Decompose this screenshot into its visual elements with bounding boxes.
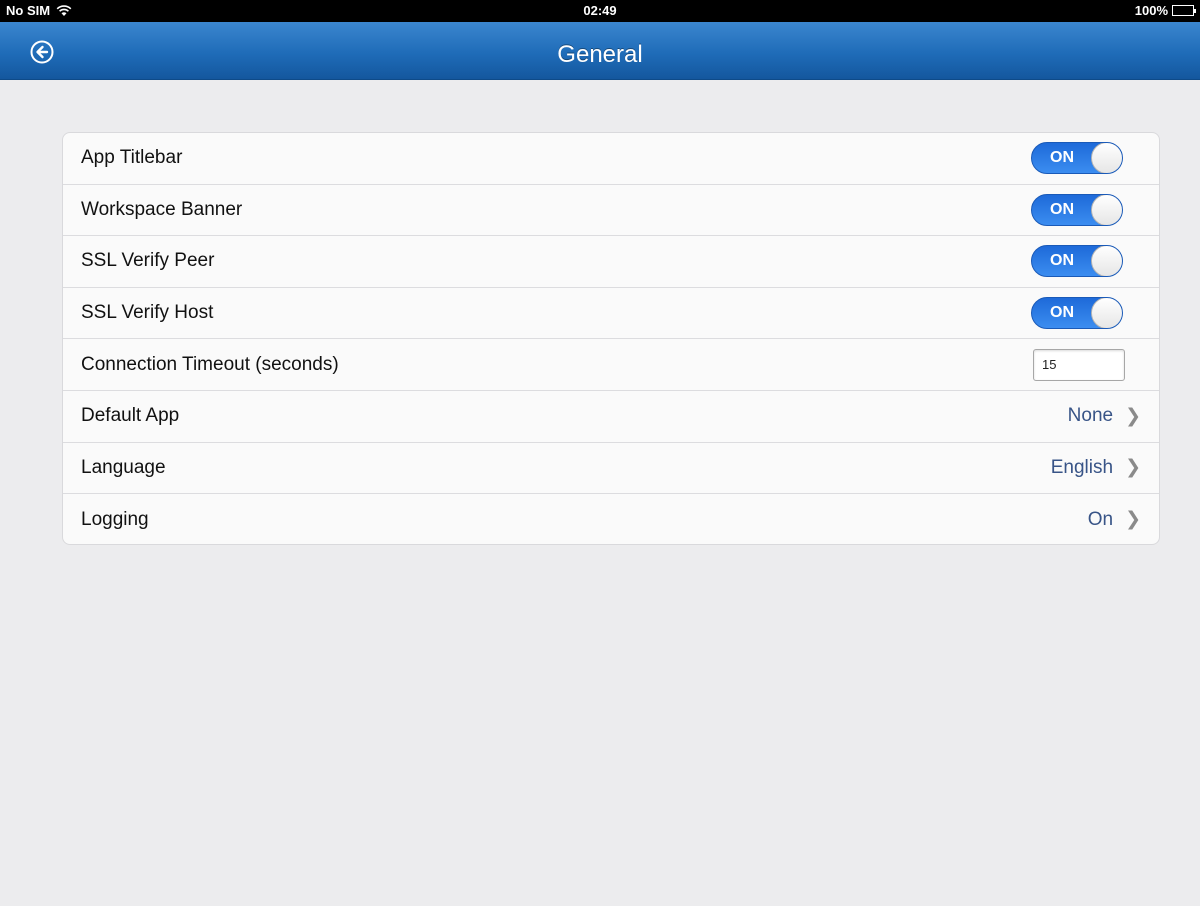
page-title: General xyxy=(557,41,643,68)
status-right: 100% xyxy=(1134,3,1196,18)
chevron-right-icon: ❯ xyxy=(1125,509,1141,531)
toggle-state: ON xyxy=(1050,200,1074,218)
workspace-banner-toggle[interactable]: ON xyxy=(1031,193,1123,226)
toggle-knob xyxy=(1091,194,1122,225)
setting-label: Language xyxy=(81,456,166,478)
language-value: English xyxy=(1050,456,1114,478)
battery-percent: 100% xyxy=(1134,3,1168,18)
toggle-knob xyxy=(1091,298,1122,329)
toggle-state: ON xyxy=(1050,252,1074,270)
battery-icon xyxy=(1172,5,1196,16)
setting-label: Logging xyxy=(81,508,149,530)
setting-row-language[interactable]: Language English ❯ xyxy=(63,443,1159,495)
setting-value: English ❯ xyxy=(1051,456,1141,479)
setting-label: Default App xyxy=(81,405,180,427)
chevron-right-icon: ❯ xyxy=(1125,457,1141,479)
toggle-state: ON xyxy=(1050,149,1074,167)
chevron-right-icon: ❯ xyxy=(1125,405,1141,427)
toggle-knob xyxy=(1091,143,1122,174)
setting-value: None ❯ xyxy=(1068,405,1141,428)
setting-row-logging[interactable]: Logging On ❯ xyxy=(63,494,1159,544)
toggle-knob xyxy=(1091,246,1122,277)
setting-label: App Titlebar xyxy=(81,147,183,169)
logging-value: On xyxy=(1087,508,1114,530)
ssl-verify-host-toggle[interactable]: ON xyxy=(1031,297,1123,330)
app-titlebar-toggle[interactable]: ON xyxy=(1031,142,1123,175)
ssl-verify-peer-toggle[interactable]: ON xyxy=(1031,245,1123,278)
setting-row-app-titlebar: App Titlebar ON xyxy=(63,133,1159,185)
setting-value: On ❯ xyxy=(1088,508,1141,531)
navigation-bar: General xyxy=(0,22,1200,80)
setting-row-default-app[interactable]: Default App None ❯ xyxy=(63,391,1159,443)
setting-row-ssl-verify-host: SSL Verify Host ON xyxy=(63,288,1159,340)
setting-row-ssl-verify-peer: SSL Verify Peer ON xyxy=(63,236,1159,288)
default-app-value: None xyxy=(1067,405,1114,427)
setting-row-connection-timeout: Connection Timeout (seconds) xyxy=(63,339,1159,391)
setting-label: SSL Verify Host xyxy=(81,302,214,324)
setting-label: Connection Timeout (seconds) xyxy=(81,353,339,375)
connection-timeout-input[interactable] xyxy=(1033,348,1125,381)
setting-label: Workspace Banner xyxy=(81,198,243,220)
setting-label: SSL Verify Peer xyxy=(81,250,215,272)
status-time: 02:49 xyxy=(583,3,617,18)
settings-group: App Titlebar ON Workspace Banner ON SSL … xyxy=(62,132,1160,545)
status-bar: No SIM 02:49 100% xyxy=(0,0,1200,22)
setting-row-workspace-banner: Workspace Banner ON xyxy=(63,185,1159,237)
toggle-state: ON xyxy=(1050,304,1074,322)
